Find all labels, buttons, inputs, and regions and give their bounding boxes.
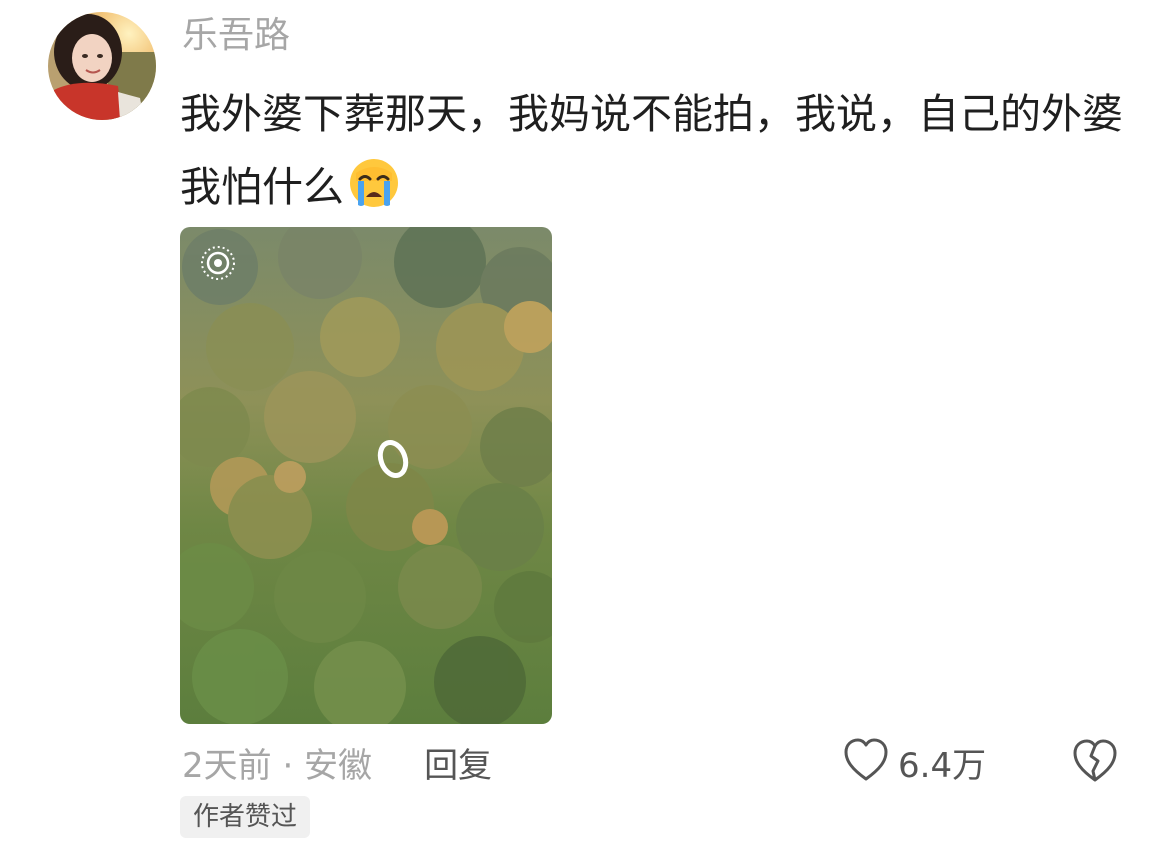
comment-text: 我外婆下葬那天，我妈说不能拍，我说，自己的外婆我怕什么 xyxy=(180,78,1130,224)
heart-icon xyxy=(842,737,890,787)
comment-photo[interactable] xyxy=(180,227,552,724)
loudly-crying-face-icon xyxy=(348,157,400,209)
broken-heart-icon xyxy=(1070,739,1120,789)
avatar[interactable] xyxy=(48,12,156,120)
time-location: 2天前 · 安徽 xyxy=(182,745,373,786)
comment-body: 我外婆下葬那天，我妈说不能拍，我说，自己的外婆我怕什么 xyxy=(180,90,1123,211)
like-count: 6.4万 xyxy=(898,745,987,786)
like-button[interactable]: 6.4万 xyxy=(842,736,986,788)
dislike-button[interactable] xyxy=(1070,737,1120,787)
author-liked-badge: 作者赞过 xyxy=(180,796,311,838)
reply-button[interactable]: 回复 xyxy=(424,738,492,787)
username[interactable]: 乐吾路 xyxy=(182,12,290,60)
comment-meta: 2天前 · 安徽 回复 xyxy=(182,736,492,788)
